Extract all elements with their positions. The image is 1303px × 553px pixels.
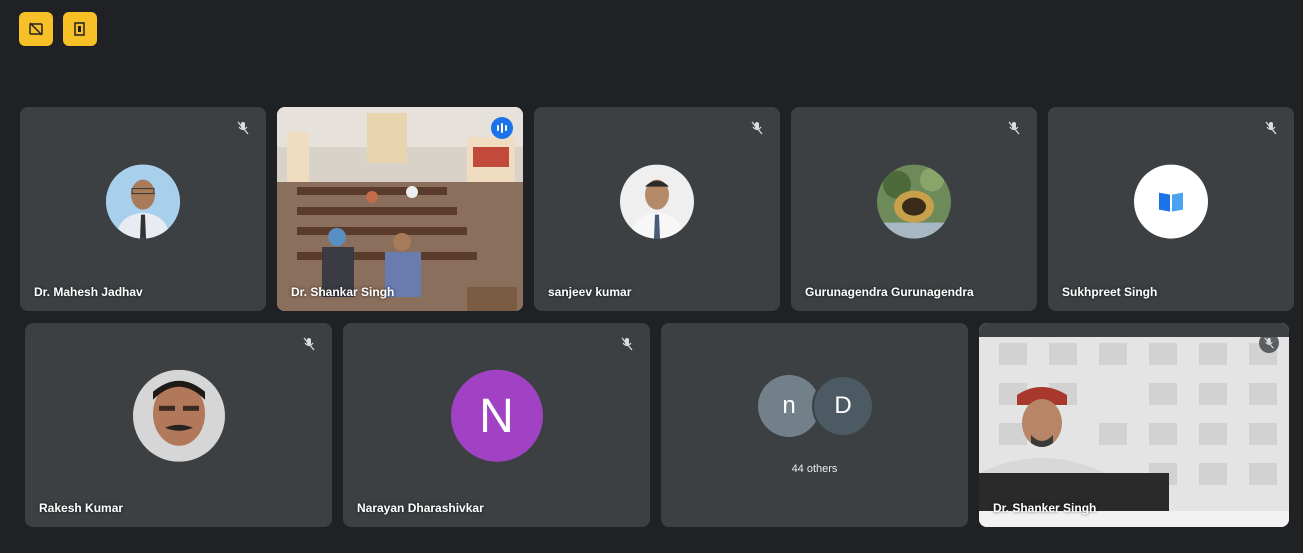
avatar: [106, 164, 180, 239]
mic-off-icon: [300, 335, 318, 353]
others-tile[interactable]: n D 44 others: [661, 323, 968, 527]
participant-name: Gurunagendra Gurunagendra: [805, 285, 974, 299]
avatar: [877, 164, 951, 239]
leave-button[interactable]: [63, 12, 97, 46]
mic-off-icon: [1259, 333, 1279, 353]
mic-off-icon: [234, 119, 252, 137]
captions-off-button[interactable]: [19, 12, 53, 46]
avatar: [620, 164, 694, 239]
door-exit-icon: [74, 22, 85, 36]
others-count: 44 others: [791, 463, 838, 475]
participant-name: Rakesh Kumar: [39, 501, 124, 515]
avatar: [1134, 164, 1208, 239]
avatar-letter: N: [450, 369, 543, 462]
participant-tile[interactable]: Sukhpreet Singh: [1048, 107, 1294, 311]
participant-tile[interactable]: Dr. Mahesh Jadhav: [20, 107, 266, 311]
captions-off-icon: [29, 22, 43, 36]
participant-tile-active[interactable]: Dr. Shankar Singh: [277, 107, 523, 311]
participant-name: Dr. Shanker Singh: [993, 501, 1097, 515]
video-feed: [277, 107, 523, 311]
avatar-letter: n: [758, 375, 820, 437]
book-icon: [1159, 192, 1183, 212]
speaking-indicator-icon: [491, 117, 513, 139]
participant-name: Narayan Dharashivkar: [357, 501, 484, 515]
participant-name: Dr. Shankar Singh: [291, 285, 395, 299]
avatar: [132, 369, 225, 462]
mic-off-icon: [1005, 119, 1023, 137]
participant-name: Sukhpreet Singh: [1062, 285, 1158, 299]
participant-name: Dr. Mahesh Jadhav: [34, 285, 143, 299]
mic-off-icon: [618, 335, 636, 353]
participant-tile[interactable]: N Narayan Dharashivkar: [343, 323, 650, 527]
participant-tile[interactable]: Rakesh Kumar: [25, 323, 332, 527]
avatar-letter: D: [812, 375, 874, 437]
participant-name: sanjeev kumar: [548, 285, 632, 299]
participant-tile[interactable]: Gurunagendra Gurunagendra: [791, 107, 1037, 311]
mic-off-icon: [748, 119, 766, 137]
mic-off-icon: [1262, 119, 1280, 137]
participant-tile[interactable]: Dr. Shanker Singh: [979, 323, 1289, 527]
video-feed: [979, 323, 1289, 527]
participant-tile[interactable]: sanjeev kumar: [534, 107, 780, 311]
